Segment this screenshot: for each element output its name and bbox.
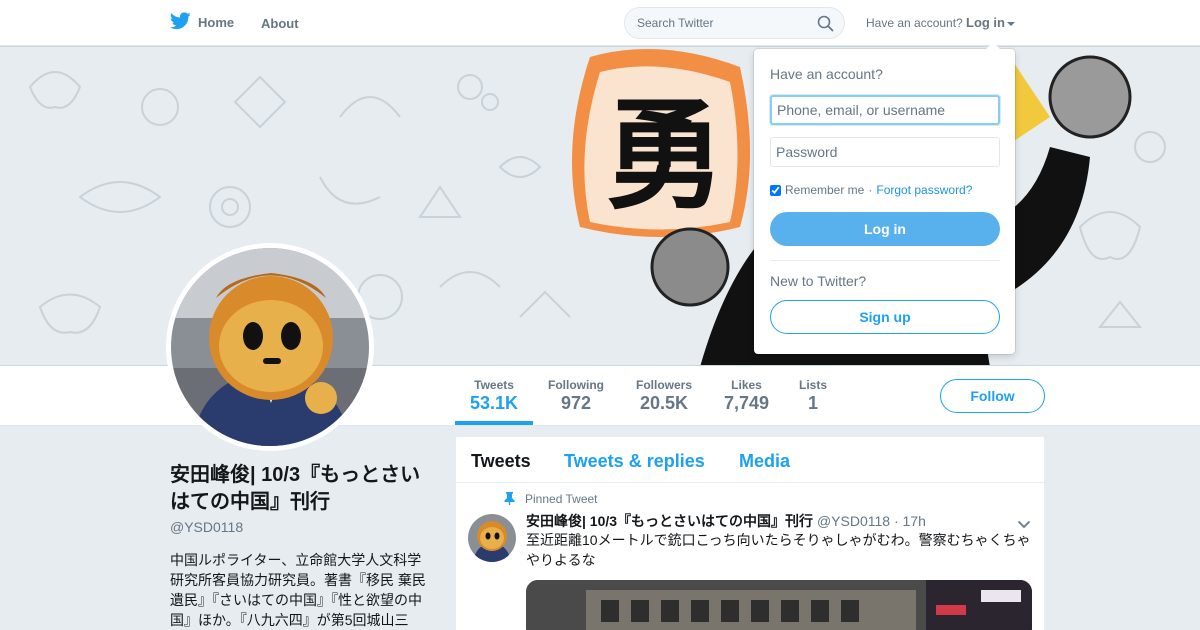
stat-likes[interactable]: Likes 7,749: [724, 378, 769, 414]
profile-bio: 中国ルポライター、立命館大学人文科学研究所客員協力研究員。著書『移民 棄民 遺民…: [170, 552, 426, 628]
password-field[interactable]: [770, 137, 1000, 167]
username-field[interactable]: [770, 95, 1000, 125]
pin-icon: [504, 492, 515, 510]
dropdown-arrow: [986, 42, 1000, 49]
stat-label: Tweets: [474, 378, 514, 392]
stat-label: Following: [548, 378, 604, 392]
search-box[interactable]: [624, 7, 845, 39]
stat-value: 20.5K: [639, 393, 689, 413]
profile-handle[interactable]: @YSD0118: [170, 519, 243, 535]
stat-followers[interactable]: Followers 20.5K: [636, 378, 692, 414]
stat-value: 1: [808, 393, 819, 413]
timeline-tabs: Tweets Tweets & replies Media: [456, 437, 1044, 483]
login-toggle-label: Log in: [966, 15, 1005, 30]
search-input[interactable]: [637, 16, 807, 30]
twitter-bird-icon: [169, 12, 191, 33]
stat-following[interactable]: Following 972: [548, 378, 604, 414]
login-dropdown: Have an account? Remember me · Forgot pa…: [754, 42, 1015, 354]
tweet-avatar[interactable]: [468, 514, 516, 562]
stat-value: 53.1K: [470, 393, 519, 413]
top-navigation-bar: Home About Have an account? Log in: [0, 0, 1200, 46]
nav-home-label: Home: [198, 15, 235, 30]
stat-value: 972: [560, 393, 592, 413]
tweet-media-image[interactable]: [526, 580, 1032, 630]
new-to-twitter-prompt: New to Twitter?: [770, 273, 867, 289]
tweet-header: 安田峰俊| 10/3『もっとさいはての中国』刊行 @YSD0118 · 17h: [526, 511, 926, 531]
login-dropdown-toggle[interactable]: Log in: [966, 15, 1015, 30]
tweet-author-name[interactable]: 安田峰俊| 10/3『もっとさいはての中国』刊行: [526, 513, 813, 529]
follow-button[interactable]: Follow: [940, 379, 1045, 413]
active-stat-indicator: [455, 421, 533, 425]
stat-tweets[interactable]: Tweets 53.1K: [470, 378, 518, 414]
account-prompt: Have an account?: [866, 16, 963, 30]
forgot-password-link[interactable]: Forgot password?: [876, 183, 972, 197]
login-button[interactable]: Log in: [770, 212, 1000, 246]
stat-label: Lists: [799, 378, 828, 392]
signup-button[interactable]: Sign up: [770, 300, 1000, 334]
timeline: Tweets Tweets & replies Media Pinned Twe…: [456, 437, 1044, 630]
search-icon[interactable]: [817, 15, 834, 37]
tab-tweets[interactable]: Tweets: [471, 451, 531, 472]
stat-label: Likes: [731, 378, 762, 392]
tweet-timestamp[interactable]: · 17h: [894, 513, 926, 529]
nav-about-link[interactable]: About: [261, 16, 299, 31]
pinned-tweet-label: Pinned Tweet: [525, 492, 598, 506]
profile-name[interactable]: 安田峰俊| 10/3『もっとさいはての中国』刊行: [170, 462, 440, 516]
divider: [770, 260, 1000, 261]
login-heading: Have an account?: [770, 66, 883, 82]
tab-media[interactable]: Media: [739, 451, 790, 472]
tweet-author-handle[interactable]: @YSD0118: [817, 513, 890, 529]
stat-value: 7,749: [724, 393, 770, 413]
nav-home-link[interactable]: Home: [169, 12, 235, 33]
remember-me-checkbox[interactable]: [770, 184, 781, 196]
banner-kanji: 勇: [605, 87, 725, 226]
tweet-text: 至近距離10メートルで銃口こっち向いたらそりゃしゃがむわ。警察むちゃくちゃやりよ…: [526, 532, 1031, 568]
stat-label: Followers: [636, 378, 693, 392]
chevron-down-icon: [1007, 21, 1015, 26]
separator-dot: ·: [868, 183, 873, 197]
stat-lists[interactable]: Lists 1: [799, 378, 827, 414]
tab-tweets-replies[interactable]: Tweets & replies: [564, 451, 705, 472]
profile-avatar[interactable]: [166, 243, 374, 451]
remember-me-label[interactable]: Remember me: [785, 183, 864, 197]
remember-me-row: Remember me · Forgot password?: [770, 183, 972, 197]
